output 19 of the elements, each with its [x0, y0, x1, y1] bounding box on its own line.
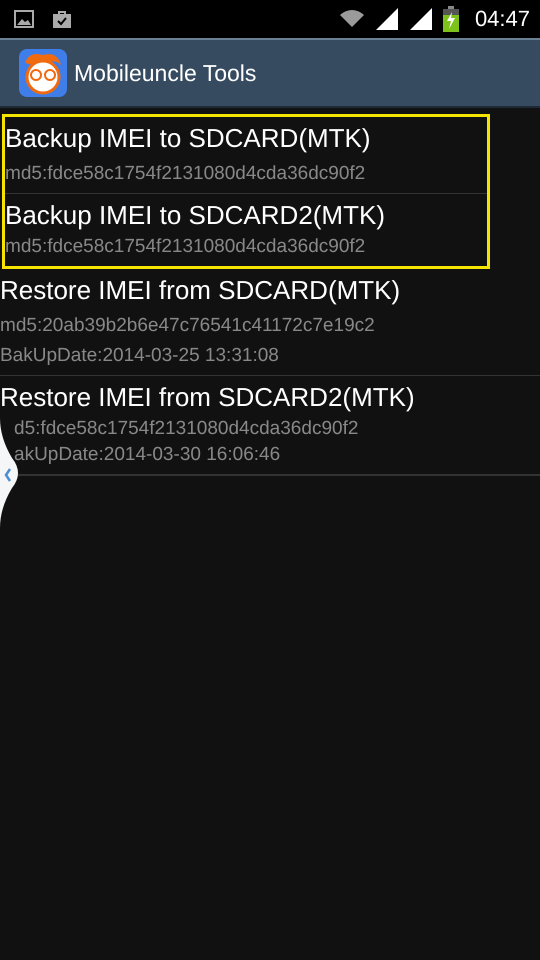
list-item-title[interactable]: Backup IMEI to SDCARD2(MTK)	[5, 196, 385, 234]
list-item-detail: md5:20ab39b2b6e47c76541c41172c7e19c2	[0, 314, 376, 338]
app-title: Mobileuncle Tools	[74, 60, 256, 86]
list-item-title[interactable]: Restore IMEI from SDCARD2(MTK)	[0, 378, 415, 416]
shopping-bag-icon	[52, 9, 72, 29]
app-logo-icon	[19, 49, 67, 97]
list-item-detail: d5:fdce58c1754f2131080d4cda36dc90f2	[13, 417, 360, 441]
battery-charging-icon	[442, 6, 459, 32]
list-item-detail: md5:fdce58c1754f2131080d4cda36dc90f2	[5, 235, 366, 259]
list-item-detail: akUpDate:2014-03-30 16:06:46	[13, 443, 282, 467]
list-item-title[interactable]: Backup IMEI to SDCARD(MTK)	[5, 119, 371, 157]
wifi-icon	[338, 9, 365, 29]
status-time: 04:47	[474, 6, 530, 32]
list-item-detail: BakUpDate:2014-03-25 13:31:08	[0, 344, 280, 368]
list-item-detail: md5:fdce58c1754f2131080d4cda36dc90f2	[5, 162, 366, 186]
signal-icon	[408, 7, 433, 31]
picture-notification-icon	[14, 10, 34, 28]
list-item-title[interactable]: Restore IMEI from SDCARD(MTK)	[0, 271, 400, 309]
signal-icon	[374, 7, 399, 31]
